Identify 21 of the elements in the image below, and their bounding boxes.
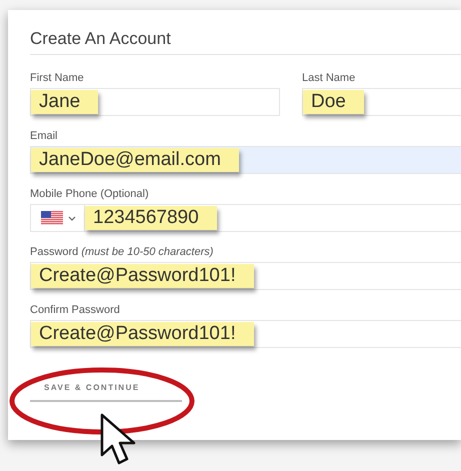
chevron-down-icon[interactable] xyxy=(68,216,76,220)
highlighted-value: Doe xyxy=(303,90,364,114)
highlighted-value: Jane xyxy=(31,90,98,114)
input-field[interactable]: Jane xyxy=(30,88,280,116)
field-label: Mobile Phone (Optional) xyxy=(30,187,149,201)
highlighted-value: JaneDoe@email.com xyxy=(31,148,239,172)
highlighted-value: 1234567890 xyxy=(85,206,217,230)
field-label: Confirm Password xyxy=(30,303,120,317)
flag-icon[interactable] xyxy=(41,211,63,225)
input-field[interactable]: Create@Password101! xyxy=(30,262,461,290)
input-field[interactable]: Doe xyxy=(302,88,461,116)
form-title: Create An Account xyxy=(30,28,171,50)
highlighted-value: Create@Password101! xyxy=(31,322,254,346)
input-field[interactable]: JaneDoe@email.com xyxy=(30,146,461,174)
field-label: First Name xyxy=(30,71,84,85)
field-label: Password (must be 10-50 characters) xyxy=(30,245,214,259)
field-label: Email xyxy=(30,129,58,143)
input-field[interactable]: Create@Password101! xyxy=(30,320,461,348)
highlighted-value: Create@Password101! xyxy=(31,264,254,288)
field-label: Last Name xyxy=(302,71,356,85)
input-field[interactable]: 1234567890 xyxy=(30,204,461,232)
